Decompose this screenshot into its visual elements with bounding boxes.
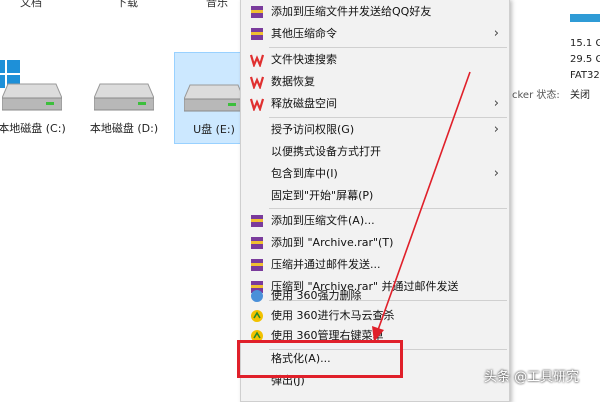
watermark: 头条 @工具研究 — [484, 370, 580, 385]
highlight-box — [237, 340, 403, 378]
